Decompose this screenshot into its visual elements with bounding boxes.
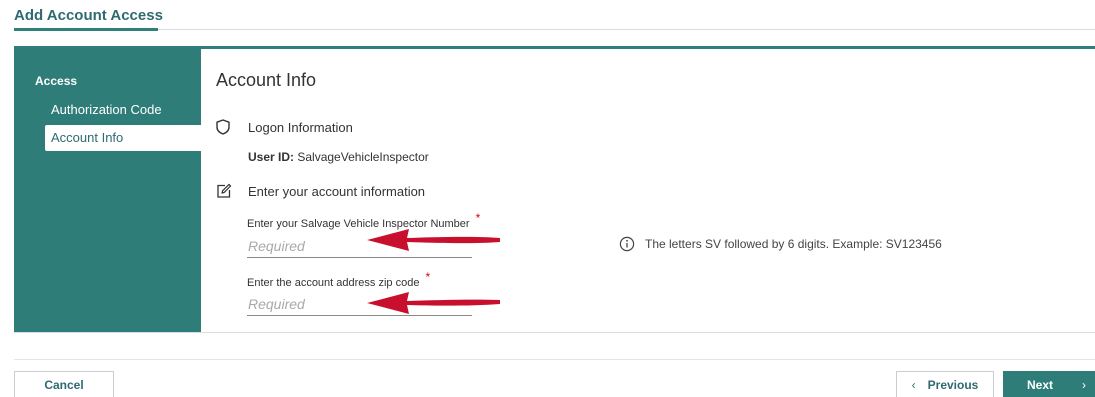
required-marker: *	[425, 270, 431, 284]
page-title: Add Account Access	[14, 7, 163, 24]
shield-icon	[216, 118, 238, 136]
inspector-number-hint: The letters SV followed by 6 digits. Exa…	[619, 236, 942, 252]
logon-information-label: Logon Information	[248, 119, 353, 135]
page-title-underline	[14, 28, 158, 31]
hint-text: The letters SV followed by 6 digits. Exa…	[645, 237, 942, 251]
cancel-button[interactable]: Cancel	[14, 371, 114, 397]
info-icon	[619, 236, 635, 252]
annotation-arrow-icon	[367, 292, 500, 314]
next-button[interactable]: Next ›	[1003, 371, 1095, 397]
next-button-label: Next	[1027, 378, 1054, 392]
sidebar-item-authorization-code[interactable]: Authorization Code	[45, 97, 201, 123]
sidebar-item-account-info[interactable]: Account Info	[45, 125, 201, 151]
wizard-sidebar: Access Authorization Code Account Info	[14, 49, 201, 332]
sidebar-heading: Access	[35, 74, 78, 88]
required-marker: *	[475, 211, 481, 225]
section-title: Account Info	[216, 70, 317, 90]
previous-button[interactable]: ‹ Previous	[896, 371, 994, 397]
page-header: Add Account Access	[14, 0, 1095, 32]
account-information-row: Enter your account information	[216, 182, 425, 200]
chevron-left-icon: ‹	[911, 378, 916, 392]
wizard-panel: Access Authorization Code Account Info A…	[14, 46, 1095, 333]
account-information-label: Enter your account information	[248, 183, 426, 199]
previous-button-label: Previous	[927, 378, 979, 392]
footer-divider	[14, 359, 1095, 360]
edit-icon	[216, 182, 238, 200]
zip-code-label: Enter the account address zip code *	[247, 270, 430, 289]
zip-code-label-text: Enter the account address zip code	[247, 277, 420, 289]
wizard-content: Account Info Logon Information User ID: …	[201, 49, 1095, 332]
user-id-value: SalvageVehicleInspector	[297, 150, 429, 164]
annotation-arrow-icon	[367, 229, 500, 251]
chevron-right-icon: ›	[1082, 378, 1086, 392]
header-divider	[14, 29, 1095, 30]
user-id-label: User ID:	[248, 150, 295, 164]
logon-information-row: Logon Information	[216, 118, 353, 136]
user-id: User ID: SalvageVehicleInspector	[248, 150, 429, 164]
